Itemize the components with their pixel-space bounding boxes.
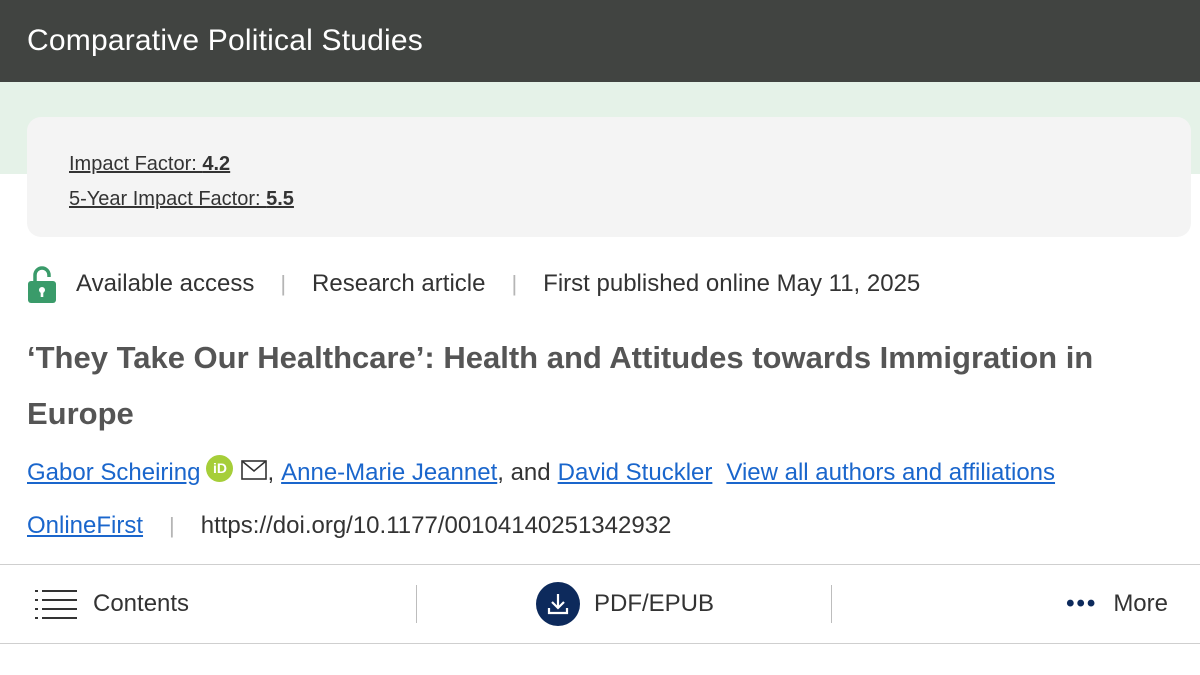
five-year-impact-factor-link[interactable]: 5-Year Impact Factor: 5.5 (69, 182, 1191, 217)
ellipsis-icon: ••• (1066, 590, 1098, 617)
orcid-icon[interactable]: iD (206, 454, 234, 482)
article-type: Research article (312, 270, 486, 297)
divider: | (511, 271, 518, 296)
onlinefirst-link[interactable]: OnlineFirst (27, 512, 143, 540)
article-toolbar: Contents PDF/EPUB ••• More (0, 564, 1200, 644)
doi-row: OnlineFirst | https://doi.org/10.1177/00… (27, 506, 1187, 546)
journal-title[interactable]: Comparative Political Studies (27, 24, 423, 58)
authors-row: Gabor Scheiring iD , Anne-Marie Jeannet … (27, 453, 1187, 493)
contents-label: Contents (93, 590, 190, 617)
publication-date: First published online May 11, 2025 (543, 270, 921, 297)
impact-factor-label: Impact Factor: (69, 153, 203, 175)
impact-factor-link[interactable]: Impact Factor: 4.2 (69, 147, 1191, 182)
contents-button[interactable]: Contents (35, 565, 189, 643)
toolbar-divider (831, 585, 832, 623)
author-separator: , (267, 459, 275, 486)
toolbar-divider (416, 585, 417, 623)
divider: | (169, 513, 175, 538)
lock-open-icon (28, 266, 56, 303)
pdf-epub-button[interactable]: PDF/EPUB (536, 565, 714, 643)
more-button[interactable]: ••• More (1066, 565, 1168, 643)
pdf-epub-label: PDF/EPUB (594, 590, 715, 617)
author-separator-and: , and (497, 459, 551, 486)
author-link-stuckler[interactable]: David Stuckler (558, 459, 713, 487)
impact-factor-value: 4.2 (202, 153, 231, 175)
author-link-jeannet[interactable]: Anne-Marie Jeannet (281, 459, 497, 487)
access-status: Available access (76, 270, 255, 297)
metrics-card: Impact Factor: 4.2 5-Year Impact Factor:… (27, 117, 1191, 237)
author-link-scheiring[interactable]: Gabor Scheiring (27, 459, 200, 487)
journal-header: Comparative Political Studies (0, 0, 1200, 82)
doi-text[interactable]: https://doi.org/10.1177/0010414025134293… (201, 512, 672, 540)
article-meta-row: Available access | Research article | Fi… (27, 262, 1187, 306)
download-icon (536, 582, 580, 626)
list-icon (35, 590, 77, 619)
mail-icon[interactable] (241, 460, 268, 480)
view-all-authors-link[interactable]: View all authors and affiliations (726, 459, 1055, 487)
five-year-impact-factor-label: 5-Year Impact Factor: (69, 188, 267, 210)
more-label: More (1113, 590, 1168, 617)
divider: | (280, 271, 287, 296)
article-title: ‘They Take Our Healthcare’: Health and A… (27, 340, 1094, 431)
five-year-impact-factor-value: 5.5 (266, 188, 294, 210)
